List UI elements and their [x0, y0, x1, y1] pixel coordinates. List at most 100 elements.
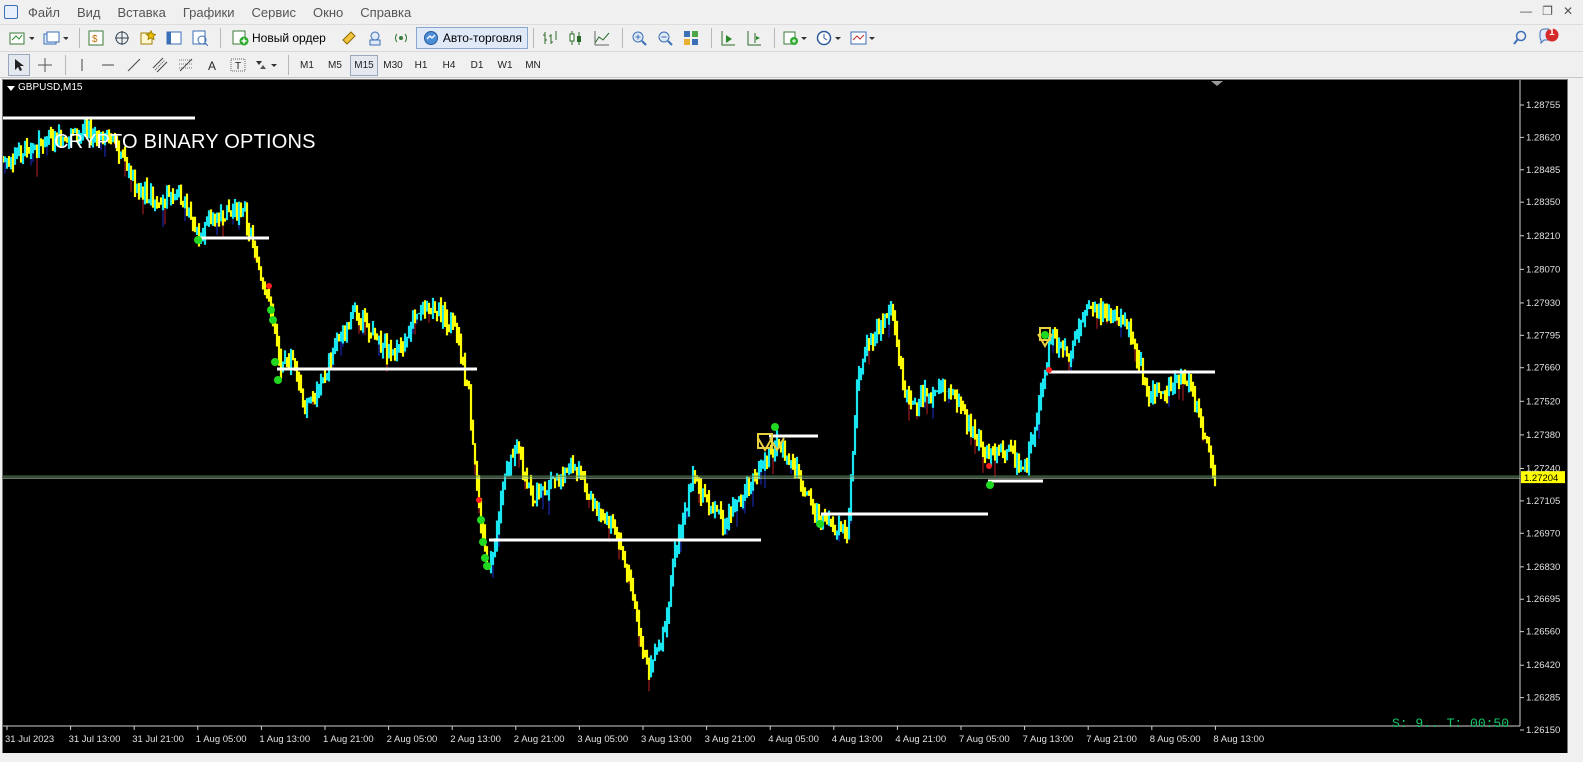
autotrading-label: Авто-торговля	[442, 31, 523, 45]
close-icon[interactable]: ✕	[1563, 4, 1573, 18]
favorites-icon[interactable]	[137, 28, 159, 48]
time-tick-label: 7 Aug 05:00	[959, 734, 1010, 745]
timeframe-m5[interactable]: M5	[322, 56, 348, 75]
menu-tools[interactable]: Сервис	[252, 4, 306, 20]
timeframe-h4[interactable]: H4	[436, 56, 462, 75]
signal-dot	[274, 376, 282, 384]
market-watch-icon[interactable]: $	[85, 28, 107, 48]
price-tick-label: 1.28210	[1526, 231, 1560, 242]
autotrading-icon	[423, 31, 438, 45]
drawing-tools: A T M1 M5 M15 M30 H1 H4 D1 W1 MN	[8, 54, 548, 76]
terminal-icon[interactable]	[163, 28, 185, 48]
signal-dot-red	[266, 283, 272, 289]
text-label-icon[interactable]: T	[227, 55, 249, 75]
chart-shift-icon[interactable]	[743, 28, 765, 48]
chart-shift-marker	[1211, 81, 1223, 86]
price-tick-label: 1.27105	[1526, 496, 1560, 507]
meta-editor-icon[interactable]	[338, 28, 360, 48]
new-order-label: Новый ордер	[252, 31, 326, 45]
chart-window[interactable]: 1.27204 1.28755 1.28620 1.28485 1.28350 1.28…	[2, 79, 1568, 755]
separator	[711, 28, 713, 48]
channel-icon[interactable]	[149, 55, 171, 75]
periods-icon[interactable]	[814, 28, 844, 48]
navigator-icon[interactable]	[111, 28, 133, 48]
price-chart[interactable]: 1.27204 1.287551.286201.284851.283501.28…	[3, 80, 1567, 754]
trendline-icon[interactable]	[123, 55, 145, 75]
timeframe-m30[interactable]: M30	[380, 56, 406, 75]
time-tick-label: 31 Jul 21:00	[132, 734, 184, 745]
new-chart-icon[interactable]	[6, 28, 36, 48]
candlestick-icon[interactable]	[565, 28, 587, 48]
new-order-button[interactable]: Новый ордер	[226, 27, 332, 49]
time-tick-label: 2 Aug 13:00	[450, 734, 501, 745]
menu-charts[interactable]: Графики	[183, 4, 244, 20]
current-price-label: 1.27204	[1524, 473, 1558, 484]
notifications-icon[interactable]: 1	[1538, 27, 1560, 47]
time-tick-label: 3 Aug 05:00	[577, 734, 628, 745]
chart-menu-arrow-icon[interactable]	[7, 86, 15, 91]
price-tick-label: 1.28350	[1526, 197, 1560, 208]
menu-window[interactable]: Окно	[313, 4, 352, 20]
arrows-icon[interactable]	[253, 55, 279, 75]
timeframe-d1[interactable]: D1	[464, 56, 490, 75]
zoom-out-icon[interactable]	[654, 28, 676, 48]
autotrading-button[interactable]: Авто-торговля	[415, 27, 529, 49]
svg-text:A: A	[208, 59, 216, 73]
line-chart-icon[interactable]	[591, 28, 613, 48]
fibonacci-icon[interactable]	[175, 55, 197, 75]
notification-count: 1	[1549, 27, 1555, 38]
price-tick-label: 1.28755	[1526, 100, 1560, 111]
price-tick-label: 1.28070	[1526, 264, 1560, 275]
time-tick-label: 1 Aug 21:00	[323, 734, 374, 745]
minimize-icon[interactable]: —	[1520, 4, 1532, 18]
signal-dot-red	[986, 463, 992, 469]
text-icon[interactable]: A	[201, 55, 223, 75]
plot-area: 1.27204	[3, 80, 1565, 727]
signal-dot	[267, 306, 275, 314]
price-tick-label: 1.27520	[1526, 396, 1560, 407]
menu-insert[interactable]: Вставка	[118, 4, 175, 20]
vertical-line-icon[interactable]	[71, 55, 93, 75]
search-icon[interactable]	[1512, 30, 1528, 49]
experts-icon[interactable]	[364, 28, 386, 48]
menu-file[interactable]: Файл	[28, 4, 69, 20]
time-tick-label: 4 Aug 13:00	[832, 734, 883, 745]
signal-dot	[986, 481, 994, 489]
restore-icon[interactable]: ❐	[1542, 4, 1553, 18]
time-tick-label: 1 Aug 05:00	[196, 734, 247, 745]
horizontal-line-icon[interactable]	[97, 55, 119, 75]
templates-icon[interactable]	[848, 28, 878, 48]
indicators-icon[interactable]	[780, 28, 810, 48]
price-bars	[3, 117, 1217, 692]
price-tick-label: 1.27930	[1526, 298, 1560, 309]
signal-dot	[194, 236, 202, 244]
cursor-icon[interactable]	[8, 54, 30, 76]
zoom-in-icon[interactable]	[628, 28, 650, 48]
timeframe-h1[interactable]: H1	[408, 56, 434, 75]
signals-icon[interactable]	[390, 28, 412, 48]
drawing-toolbar: A T M1 M5 M15 M30 H1 H4 D1 W1 MN	[0, 52, 1583, 78]
toolbar-group-left: $ Новый ордер Авто-торговля	[6, 27, 882, 49]
bar-chart-icon[interactable]	[539, 28, 561, 48]
crosshair-icon[interactable]	[34, 55, 56, 75]
timeframe-w1[interactable]: W1	[492, 56, 518, 75]
timeframe-mn[interactable]: MN	[520, 56, 546, 75]
separator	[65, 55, 66, 75]
tile-windows-icon[interactable]	[680, 28, 702, 48]
main-toolbar: $ Новый ордер Авто-торговля 1	[0, 25, 1583, 52]
auto-scroll-icon[interactable]	[717, 28, 739, 48]
profiles-icon[interactable]	[40, 28, 70, 48]
timeframe-m1[interactable]: M1	[294, 56, 320, 75]
signal-dot	[483, 562, 491, 570]
signal-dot	[481, 554, 489, 562]
menu-view[interactable]: Вид	[77, 4, 110, 20]
price-tick-label: 1.27240	[1526, 463, 1560, 474]
price-tick-label: 1.26150	[1526, 725, 1560, 736]
price-tick-label: 1.26970	[1526, 528, 1560, 539]
separator	[622, 28, 624, 48]
signal-dot	[816, 520, 824, 528]
menu-help[interactable]: Справка	[360, 4, 420, 20]
strategy-tester-icon[interactable]	[189, 28, 211, 48]
time-tick-label: 7 Aug 21:00	[1086, 734, 1137, 745]
timeframe-m15[interactable]: M15	[350, 54, 378, 76]
